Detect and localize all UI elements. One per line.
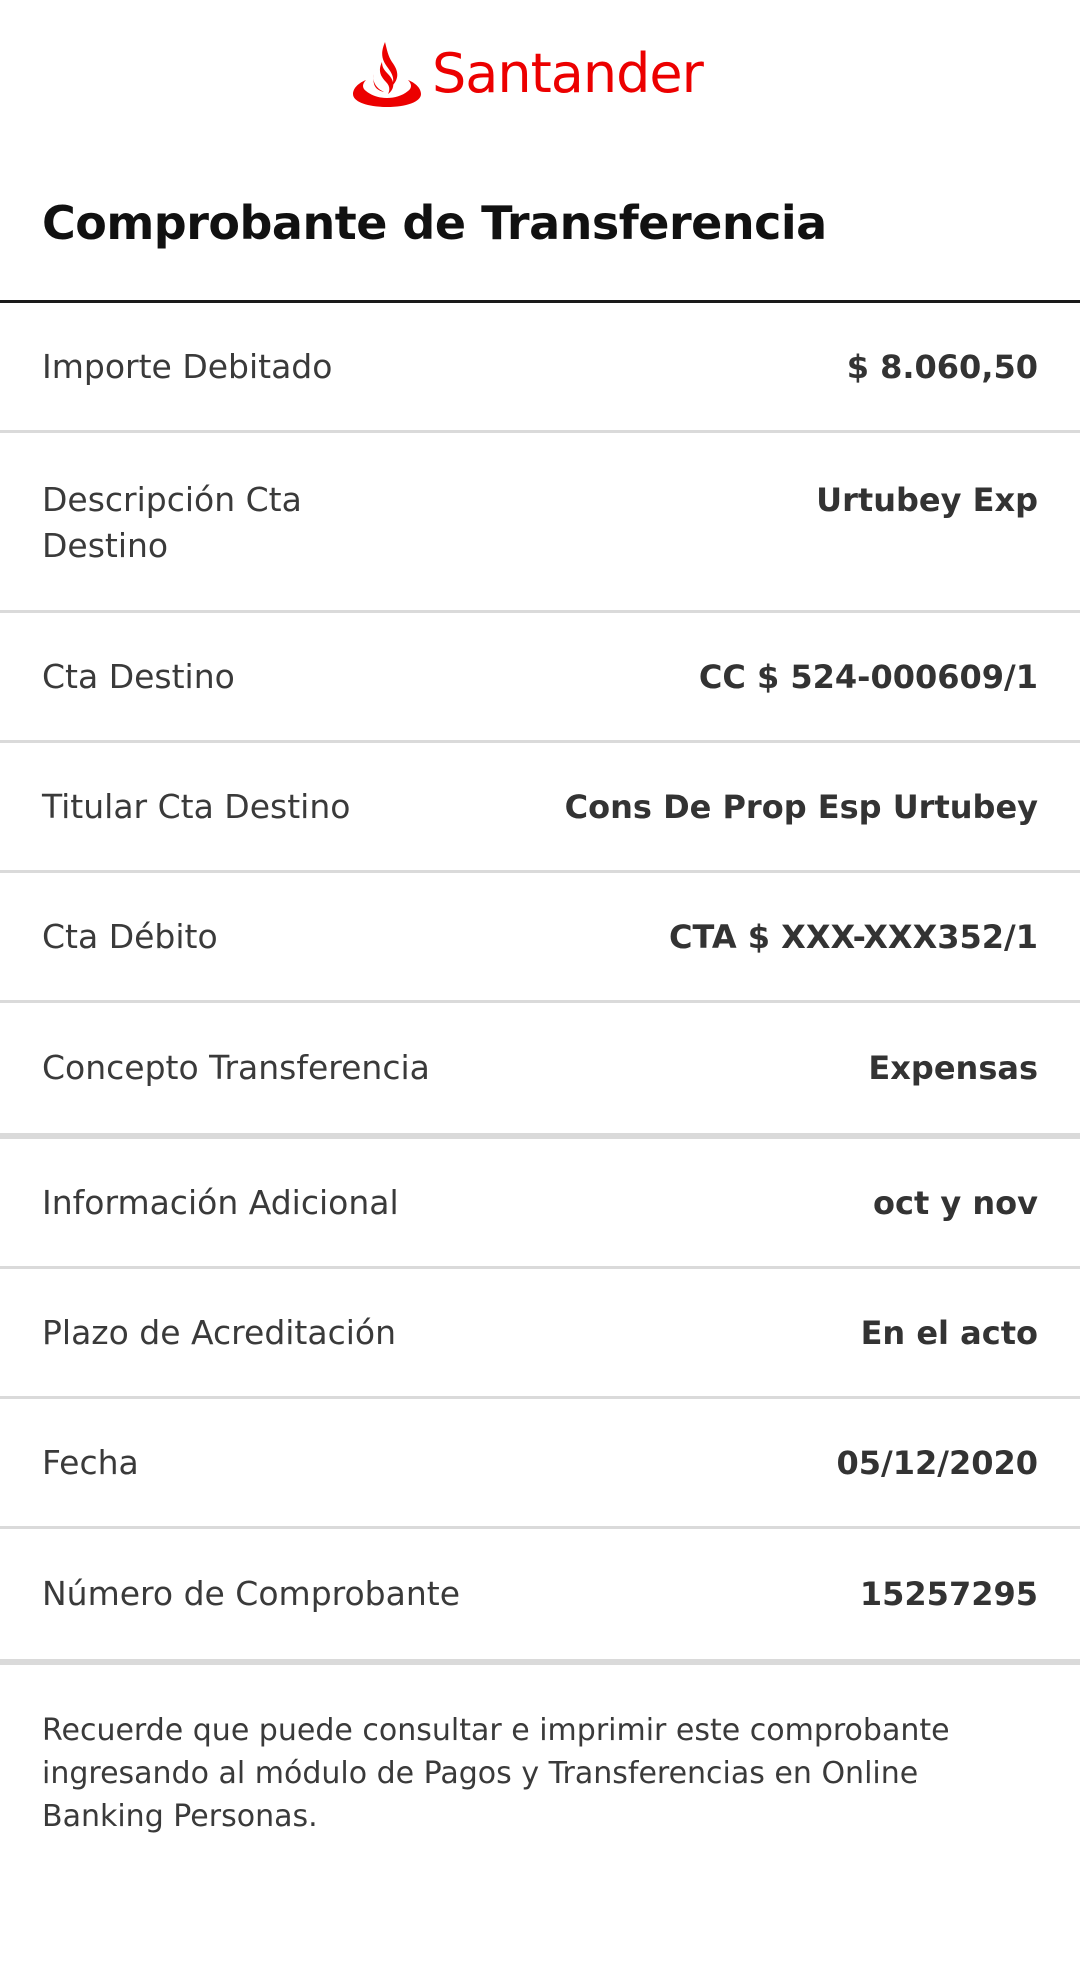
detail-label: Descripción Cta Destino xyxy=(42,480,302,565)
transfer-details-list: Importe Debitado $ 8.060,50 Descripción … xyxy=(0,303,1080,1665)
title-section: Comprobante de Transferencia xyxy=(0,140,1080,303)
detail-label: Plazo de Acreditación xyxy=(42,1312,397,1352)
detail-label: Información Adicional xyxy=(42,1182,399,1222)
detail-row-cta-destino: Cta Destino CC $ 524-000609/1 xyxy=(0,613,1080,743)
detail-value: 05/12/2020 xyxy=(836,1443,1039,1482)
detail-value: Cons De Prop Esp Urtubey xyxy=(564,787,1038,826)
detail-label: Importe Debitado xyxy=(42,346,333,386)
detail-row-numero: Número de Comprobante 15257295 xyxy=(0,1529,1080,1665)
detail-label: Cta Destino xyxy=(42,656,235,696)
page-title: Comprobante de Transferencia xyxy=(42,196,827,250)
detail-value: Expensas xyxy=(868,1049,1038,1087)
detail-row-importe: Importe Debitado $ 8.060,50 xyxy=(0,303,1080,433)
detail-row-fecha: Fecha 05/12/2020 xyxy=(0,1399,1080,1529)
header: Santander xyxy=(0,0,1080,140)
detail-row-titular: Titular Cta Destino Cons De Prop Esp Urt… xyxy=(0,743,1080,873)
detail-row-plazo: Plazo de Acreditación En el acto xyxy=(0,1269,1080,1399)
detail-value: oct y nov xyxy=(872,1183,1038,1222)
detail-value: CC $ 524-000609/1 xyxy=(698,657,1038,696)
detail-row-descripcion: Descripción Cta Destino Urtubey Exp xyxy=(0,433,1080,613)
detail-value: CTA $ XXX-XXX352/1 xyxy=(669,917,1038,956)
detail-row-info-adicional: Información Adicional oct y nov xyxy=(0,1139,1080,1269)
detail-value: 15257295 xyxy=(859,1575,1038,1613)
detail-value: En el acto xyxy=(860,1313,1038,1352)
detail-value: Urtubey Exp xyxy=(816,481,1038,519)
detail-label: Número de Comprobante xyxy=(42,1574,460,1613)
footer-note: Recuerde que puede consultar e imprimir … xyxy=(42,1713,950,1834)
flame-icon xyxy=(353,42,421,107)
brand-name: Santander xyxy=(432,42,704,105)
detail-label: Cta Débito xyxy=(42,916,218,956)
detail-label: Titular Cta Destino xyxy=(42,786,351,826)
santander-logo: Santander xyxy=(352,38,704,110)
detail-label: Fecha xyxy=(42,1442,139,1482)
detail-label: Concepto Transferencia xyxy=(42,1048,430,1087)
detail-value: $ 8.060,50 xyxy=(846,347,1038,386)
detail-row-concepto: Concepto Transferencia Expensas xyxy=(0,1003,1080,1139)
detail-row-cta-debito: Cta Débito CTA $ XXX-XXX352/1 xyxy=(0,873,1080,1003)
